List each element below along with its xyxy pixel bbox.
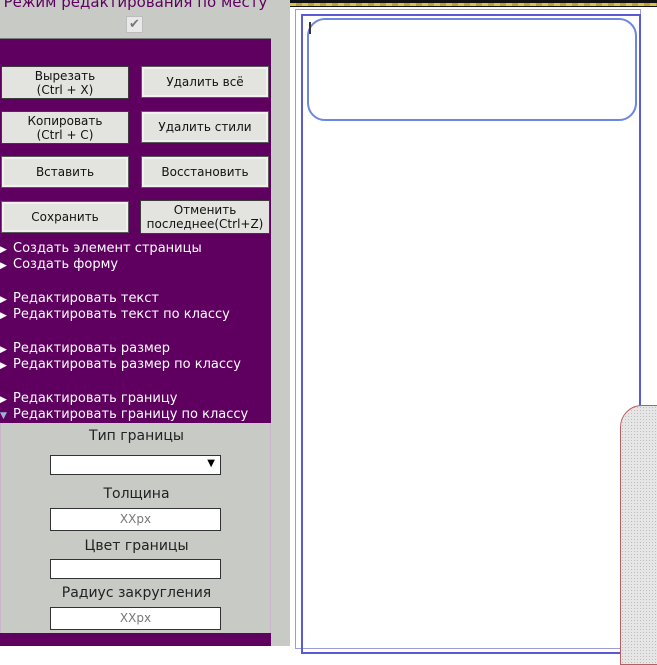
border-radius-label: Радиус закругления (61, 585, 212, 601)
triangle-right-icon: ▶ (0, 295, 7, 305)
border-width-input[interactable]: XXpx (50, 508, 221, 531)
border-type-select[interactable]: ▼ (50, 455, 221, 475)
delete-styles-button[interactable]: Удалить стили (141, 111, 269, 143)
text-cursor (309, 22, 311, 34)
menu-item-label: Создать элемент страницы (13, 241, 202, 256)
triangle-right-icon: ▶ (0, 311, 7, 321)
triangle-right-icon: ▶ (0, 395, 7, 405)
menu-item-label: Редактировать границу (13, 391, 178, 406)
menu-item[interactable]: ▶ Создать форму (0, 257, 118, 274)
triangle-down-icon: ▼ (0, 411, 7, 421)
textured-block[interactable] (620, 405, 657, 665)
border-radius-input[interactable]: XXpx (50, 607, 221, 630)
editable-rounded-block[interactable] (307, 18, 637, 121)
cut-button[interactable]: Вырезать (Ctrl + X) (1, 66, 129, 99)
border-type-label: Тип границы (89, 428, 184, 444)
menu-item[interactable]: ▶ Создать элемент страницы (0, 241, 202, 258)
menu-item-label: Редактировать размер по классу (13, 357, 241, 372)
border-by-class-panel: Тип границы ▼ Толщина XXpx Цвет границы … (0, 423, 271, 633)
border-width-label: Толщина (103, 486, 170, 502)
menu-item[interactable]: ▶ Редактировать текст по классу (0, 307, 230, 324)
page-canvas (271, 0, 657, 665)
menu-item[interactable]: ▶ Редактировать границу (0, 391, 177, 408)
inline-edit-checkbox[interactable]: ✔ (126, 16, 143, 33)
menu-item-label: Создать форму (13, 257, 119, 272)
triangle-right-icon: ▶ (0, 245, 7, 255)
save-button[interactable]: Сохранить (1, 201, 129, 233)
restore-button[interactable]: Восстановить (141, 156, 269, 188)
border-color-label: Цвет границы (84, 538, 189, 554)
menu-item-label: Редактировать границу по классу (13, 407, 249, 422)
triangle-right-icon: ▶ (0, 345, 7, 355)
undo-button[interactable]: Отменить последнее(Ctrl+Z) (140, 200, 270, 234)
paste-button[interactable]: Вставить (1, 156, 129, 188)
menu-item[interactable]: ▼ Редактировать границу по классу (0, 407, 248, 424)
menu-item[interactable]: ▶ Редактировать размер по классу (0, 357, 241, 374)
triangle-right-icon: ▶ (0, 361, 7, 371)
inline-edit-mode-header: Режим редактирования по месту ✔ (0, 0, 271, 39)
menu-item-label: Редактировать текст (13, 291, 160, 306)
editor-panel: Режим редактирования по месту ✔ Вырезать… (0, 0, 271, 646)
chevron-down-icon: ▼ (207, 458, 215, 469)
menu-item[interactable]: ▶ Редактировать текст (0, 291, 159, 308)
panel-divider[interactable] (271, 0, 290, 646)
triangle-right-icon: ▶ (0, 261, 7, 271)
copy-button[interactable]: Копировать (Ctrl + C) (1, 111, 129, 144)
panel-title: Режим редактирования по месту (3, 0, 268, 11)
menu-item-label: Редактировать размер (13, 341, 171, 356)
border-color-input[interactable] (50, 559, 221, 579)
menu-item-label: Редактировать текст по классу (13, 307, 230, 322)
top-toolbar-stripe (290, 3, 657, 6)
menu-item[interactable]: ▶ Редактировать размер (0, 341, 170, 358)
delete-all-button[interactable]: Удалить всё (141, 66, 269, 98)
